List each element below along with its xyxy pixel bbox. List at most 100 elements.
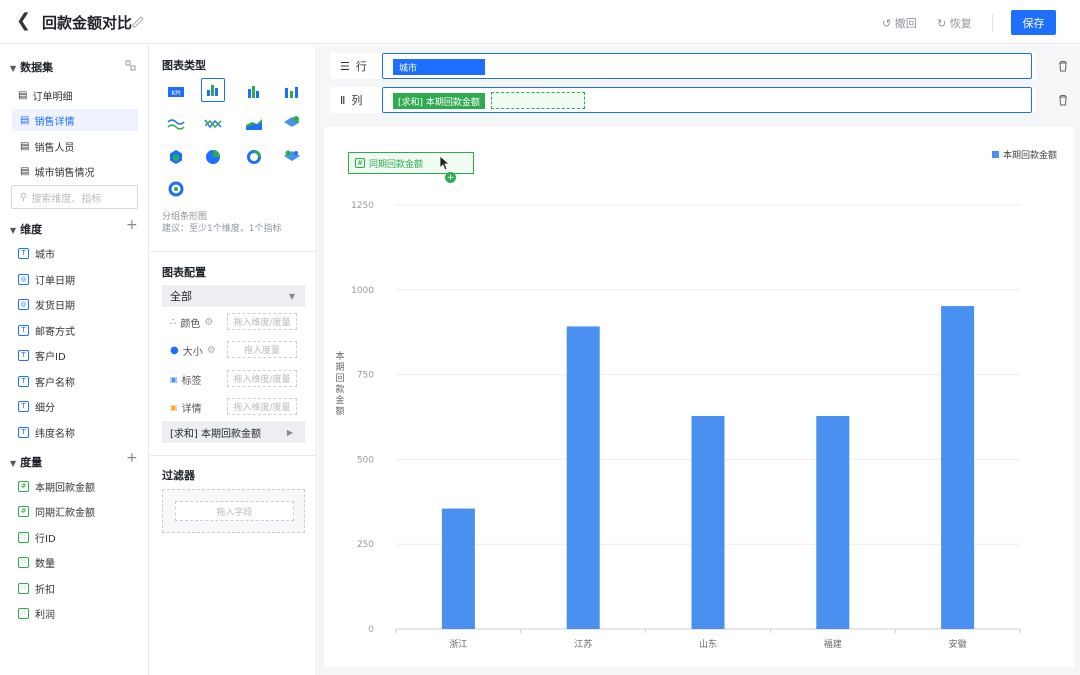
bar — [941, 306, 975, 629]
pie-chart-icon[interactable] — [201, 145, 225, 169]
measure-field[interactable]: ∷ 利润 — [18, 606, 55, 621]
date-type-icon: ◎ — [18, 299, 29, 310]
filter-drop-zone[interactable]: 拖入字段 — [175, 501, 294, 521]
drop-placeholder — [491, 92, 585, 109]
chart-workspace: ☰ 行 城市 Ⅱ列 [求和] 本期回款金额 # 同期回款金额 + 本期回款金额 0 2… — [318, 45, 1080, 675]
add-dimension-icon[interactable]: + — [126, 217, 138, 233]
drag-ghost[interactable]: # 同期回款金额 — [348, 152, 474, 174]
column-drop-zone[interactable]: [求和] 本期回款金额 — [382, 87, 1032, 113]
config-scope-select[interactable]: 全部 ▼ — [162, 285, 305, 307]
text-type-icon: T — [18, 248, 29, 259]
chevron-right-icon: ▶ — [286, 427, 293, 437]
donut-chart-icon[interactable] — [242, 145, 266, 169]
filter-title: 过滤器 — [162, 469, 195, 482]
integer-type-icon: ∷ — [18, 583, 29, 594]
divider — [150, 455, 316, 456]
add-measure-icon[interactable]: + — [126, 450, 138, 466]
date-type-icon: ◎ — [18, 274, 29, 285]
dataset-item[interactable]: ▤ 订单明细 — [18, 88, 72, 103]
multi-bar-chart-icon[interactable] — [280, 80, 304, 104]
redo-button[interactable]: ↻ 恢复 — [937, 15, 972, 31]
color-drop-zone[interactable]: 拖入维度/度量 — [227, 313, 297, 330]
caret-down-icon: ▼ — [10, 226, 17, 235]
row-drop-zone[interactable]: 城市 — [382, 53, 1032, 79]
cursor-icon — [439, 155, 451, 171]
dimension-field[interactable]: T 城市 — [18, 246, 55, 261]
measure-config-bar[interactable]: [求和] 本期回款金额 ▶ — [162, 421, 305, 443]
dimension-field[interactable]: T 细分 — [18, 399, 55, 414]
back-arrow-icon[interactable]: ❮ — [16, 10, 31, 31]
dataset-item[interactable]: ▤ 城市销售情况 — [20, 164, 94, 179]
color-config: ∴ 颜色 ⚙ — [170, 317, 214, 330]
y-tick-label: 1250 — [351, 201, 374, 211]
filter-area: 拖入字段 — [162, 489, 305, 533]
measure-field[interactable]: ∷ 折扣 — [18, 581, 55, 596]
column-icon: Ⅱ — [340, 93, 346, 107]
text-type-icon: T — [18, 350, 29, 361]
measure-field[interactable]: ∷ 行ID — [18, 530, 56, 545]
area-chart-icon[interactable] — [242, 112, 266, 136]
x-tick-label: 山东 — [699, 638, 717, 650]
dataset-item[interactable]: ▤ 销售人员 — [20, 139, 74, 154]
y-axis-label: 回 — [335, 373, 344, 384]
trash-icon[interactable] — [1056, 59, 1070, 73]
trash-icon[interactable] — [1056, 93, 1070, 107]
search-input[interactable]: ⚲ 搜索维度、指标 — [11, 185, 138, 209]
table-icon: ▤ — [20, 141, 30, 152]
chart-legend: 本期回款金额 — [992, 148, 1057, 161]
text-type-icon: T — [18, 427, 29, 438]
dimension-field[interactable]: T 客户ID — [18, 348, 66, 363]
radial-chart-icon[interactable] — [164, 177, 188, 201]
hexagon-map-icon[interactable] — [164, 145, 188, 169]
polyline-chart-icon[interactable] — [201, 112, 225, 136]
y-axis-label: 款 — [335, 383, 344, 395]
size-config: ● 大小 ⚙ — [170, 345, 216, 358]
table-icon: ▤ — [18, 90, 28, 101]
gear-icon[interactable]: ⚙ — [207, 345, 216, 356]
text-type-icon: T — [18, 325, 29, 336]
redo-icon: ↻ — [937, 17, 950, 30]
detail-drop-zone[interactable]: 拖入维度/度量 — [227, 398, 297, 415]
dataset-header[interactable]: ▼ 数据集 — [10, 59, 53, 75]
column-pill[interactable]: [求和] 本期回款金额 — [393, 93, 485, 109]
row-icon: ☰ — [340, 59, 350, 73]
line-chart-icon[interactable] — [164, 112, 188, 136]
caret-down-icon: ▼ — [10, 64, 17, 73]
grouped-bar-chart-icon[interactable] — [201, 78, 225, 102]
dimension-field[interactable]: ◎ 订单日期 — [18, 272, 75, 287]
switch-dataset-icon[interactable] — [125, 60, 136, 71]
edit-icon[interactable] — [131, 14, 145, 28]
label-drop-zone[interactable]: 拖入维度/度量 — [227, 370, 297, 387]
number-type-icon: # — [18, 481, 29, 492]
measure-field[interactable]: ∷ 数量 — [18, 555, 55, 570]
stacked-bar-chart-icon[interactable] — [242, 80, 266, 104]
dimension-field[interactable]: T 纬度名称 — [18, 425, 75, 440]
text-type-icon: T — [18, 376, 29, 387]
integer-type-icon: ∷ — [18, 532, 29, 543]
undo-button[interactable]: ↺ 撤回 — [882, 15, 917, 31]
size-drop-zone[interactable]: 拖入度量 — [227, 341, 297, 358]
3d-scatter-chart-icon[interactable] — [280, 110, 304, 134]
bubble-map-icon[interactable] — [280, 143, 304, 167]
row-pill[interactable]: 城市 — [393, 59, 485, 75]
dimension-field[interactable]: ◎ 发货日期 — [18, 297, 75, 312]
dataset-item-selected[interactable]: ▤ 销售详情 — [12, 109, 138, 131]
undo-icon: ↺ — [882, 17, 895, 30]
kpi-chart-icon[interactable]: KPI — [164, 80, 188, 104]
x-tick-label: 福建 — [824, 638, 842, 650]
config-panel: 图表类型 KPI 分组条形图 建议：至少1个维度，1个指标 图表配置 全部 ▼ ∴ 颜… — [150, 45, 317, 675]
dimension-field[interactable]: T 客户名称 — [18, 374, 75, 389]
measure-field[interactable]: # 本期回款金额 — [18, 479, 95, 494]
measure-header[interactable]: ▼ 度量 — [10, 454, 42, 470]
dimension-header[interactable]: ▼ 维度 — [10, 221, 42, 237]
gear-icon[interactable]: ⚙ — [204, 317, 213, 328]
measure-field[interactable]: # 同期汇款金额 — [18, 504, 95, 519]
x-tick-label: 安徽 — [949, 638, 967, 650]
save-button[interactable]: 保存 — [1011, 10, 1056, 35]
divider — [992, 14, 993, 32]
page-title: 回款金额对比 — [42, 14, 133, 32]
dimension-field[interactable]: T 邮寄方式 — [18, 323, 75, 338]
chevron-down-icon: ▼ — [288, 291, 295, 301]
integer-type-icon: ∷ — [18, 608, 29, 619]
search-icon: ⚲ — [20, 191, 28, 203]
